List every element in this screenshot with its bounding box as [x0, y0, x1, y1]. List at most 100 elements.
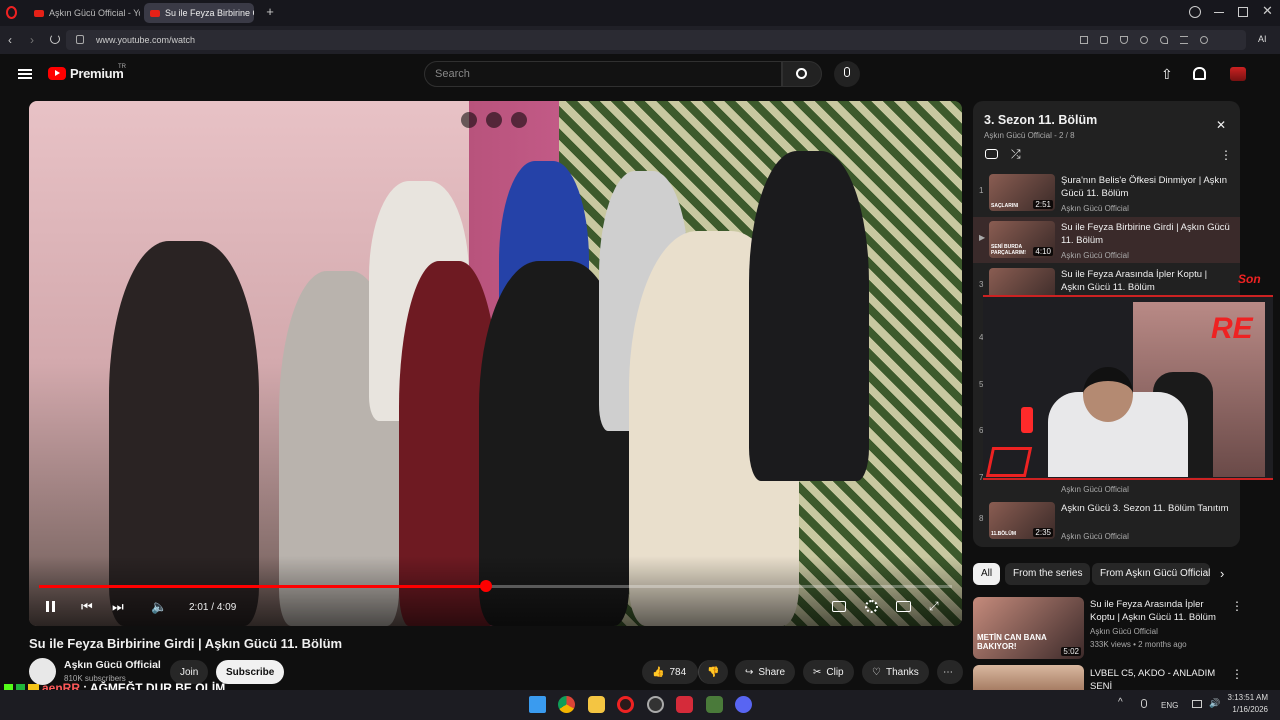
dislike-button[interactable]: 👎 [698, 660, 728, 684]
app-red-icon[interactable] [676, 696, 693, 713]
loop-icon[interactable] [985, 149, 998, 159]
opera-logo-icon[interactable] [6, 6, 17, 19]
forward-button[interactable]: › [30, 33, 34, 47]
playlist-subtitle: Aşkın Gücü Official - 2 / 8 [984, 131, 1075, 140]
shield-icon[interactable] [1120, 36, 1128, 44]
playlist-item-current[interactable]: ▶ SENİ BURDA PARÇALARIM! 4:10 Su ile Fey… [973, 217, 1240, 263]
controls-gradient [29, 556, 962, 626]
clock-time[interactable]: 3:13:51 AM [1226, 693, 1268, 702]
clip-button[interactable]: ✂ Clip [803, 660, 854, 684]
video-player[interactable]: ⏮ ⏭ 🔈 2:01 / 4:09 ⤢ [29, 101, 962, 626]
pause-icon[interactable] [46, 601, 55, 612]
logo-text: Premium [70, 66, 124, 81]
sparkle-icon[interactable] [486, 112, 502, 128]
windows-start-icon[interactable] [529, 696, 546, 713]
miniplayer-icon[interactable] [461, 112, 477, 128]
minimize-button[interactable] [1214, 12, 1224, 13]
streamer-head [1083, 367, 1133, 422]
thumbnail: SENİ BURDA PARÇALARIM! 4:10 [989, 221, 1055, 258]
now-playing-icon: ▶ [979, 233, 986, 242]
next-icon[interactable]: ⏭ [112, 599, 124, 615]
video-title: LVBEL C5, AKDO - ANLADIM SENİ [1090, 668, 1216, 690]
profile-icon[interactable] [1200, 36, 1208, 44]
channel-name[interactable]: Aşkın Gücü Official [64, 659, 161, 671]
app-green-icon[interactable] [706, 696, 723, 713]
thanks-button[interactable]: ♡ Thanks [862, 660, 929, 684]
upload-icon[interactable]: ⇧ [1161, 66, 1173, 83]
chip-from-series[interactable]: From the series [1005, 563, 1091, 585]
previous-icon[interactable]: ⏮ [81, 599, 93, 615]
youtube-play-icon [48, 67, 66, 80]
item-title: Su ile Feyza Arasında İpler Koptu | Aşkı… [1061, 269, 1208, 293]
like-button[interactable]: 👍 784 [642, 660, 698, 684]
theater-mode-icon[interactable] [896, 601, 911, 612]
webcam-logo-small [985, 447, 1033, 477]
shuffle-icon[interactable]: ⤮ [1011, 147, 1021, 162]
playlist-item[interactable]: 1 SAÇLARINI 2:51 Şura'nın Belis'e Öfkesi… [973, 170, 1240, 216]
thanks-label: Thanks [885, 666, 919, 678]
language-indicator[interactable]: ENG [1161, 701, 1178, 710]
recommended-video[interactable]: LVBEL C5, AKDO - ANLADIM SENİ ⋮ [973, 665, 1253, 690]
clock-date[interactable]: 1/16/2026 [1226, 705, 1268, 714]
reload-icon[interactable] [50, 34, 60, 44]
new-tab-button[interactable]: + [263, 5, 277, 19]
browser-tab-2[interactable]: Su ile Feyza Birbirine G [144, 3, 254, 23]
fullscreen-icon[interactable]: ⤢ [929, 599, 939, 614]
browser-tab-1[interactable]: Aşkın Gücü Official - YouT [28, 3, 140, 23]
show-hidden-icons[interactable]: ^ [1118, 697, 1123, 708]
current-time: 2:01 [189, 602, 209, 613]
captions-icon[interactable] [832, 601, 846, 612]
hamburger-menu-icon[interactable] [18, 69, 32, 79]
avatar[interactable] [1230, 67, 1246, 81]
recommended-video[interactable]: METİN CAN BANA BAKIYOR! 5:02 Su ile Feyz… [973, 597, 1253, 661]
close-window-button[interactable]: ✕ [1262, 3, 1273, 19]
camera-icon[interactable] [1100, 36, 1108, 44]
volume-icon[interactable]: 🔈 [151, 599, 167, 615]
youtube-logo[interactable]: Premium [48, 66, 124, 81]
playlist-item[interactable]: 8 11.BÖLÜM 2:35 Aşkın Gücü 3. Sezon 11. … [973, 498, 1240, 544]
skip-icon[interactable] [511, 112, 527, 128]
chevron-right-icon[interactable]: › [1220, 566, 1224, 581]
more-options-icon[interactable]: ⋮ [1231, 667, 1243, 681]
network-icon[interactable] [1192, 700, 1202, 708]
lock-icon [76, 35, 84, 44]
search-tabs-icon[interactable] [1189, 6, 1201, 18]
windows-taskbar [0, 690, 1280, 720]
chrome-icon[interactable] [558, 696, 575, 713]
maximize-button[interactable] [1238, 7, 1248, 17]
chip-all[interactable]: All [973, 563, 1001, 585]
snapshot-icon[interactable] [1080, 36, 1088, 44]
notifications-bell-icon[interactable] [1193, 67, 1206, 80]
duration: 4:09 [216, 602, 237, 613]
obs-icon[interactable] [647, 696, 664, 713]
voice-search-button[interactable] [834, 61, 860, 87]
subscribe-button[interactable]: Subscribe [216, 660, 285, 684]
thumbnail: 11.BÖLÜM 2:35 [989, 502, 1055, 539]
more-options-icon[interactable]: ⋮ [1220, 148, 1232, 162]
microphone-tray-icon[interactable] [1141, 699, 1147, 708]
browser-toolbar-icons [1080, 36, 1220, 44]
heart-icon[interactable] [1160, 36, 1168, 44]
share-button[interactable]: ↪ Share [735, 660, 796, 684]
item-number: 3 [979, 280, 984, 289]
more-options-icon[interactable]: ⋮ [1231, 599, 1243, 613]
settings-gear-icon[interactable] [865, 600, 878, 613]
volume-tray-icon[interactable]: 🔊 [1209, 698, 1220, 709]
back-button[interactable]: ‹ [8, 33, 12, 47]
item-channel: Aşkın Gücü Official [1061, 485, 1129, 494]
opera-taskbar-icon[interactable] [617, 696, 634, 713]
close-playlist-icon[interactable]: ✕ [1216, 118, 1226, 132]
discord-icon[interactable] [735, 696, 752, 713]
url-field[interactable]: www.youtube.com/watch [66, 30, 1246, 50]
player-icon[interactable] [1140, 36, 1148, 44]
search-input[interactable]: Search [424, 61, 782, 87]
file-explorer-icon[interactable] [588, 696, 605, 713]
chip-from-channel[interactable]: From Aşkın Gücü Official [1092, 563, 1210, 585]
search-button[interactable] [782, 61, 822, 87]
more-actions-button[interactable]: ⋯ [937, 660, 963, 684]
duration-badge: 4:10 [1033, 247, 1053, 256]
youtube-favicon-icon [34, 9, 44, 17]
menu-icon[interactable] [1180, 36, 1188, 44]
playlist-title[interactable]: 3. Sezon 11. Bölüm [984, 113, 1097, 127]
ai-button[interactable]: AI [1258, 34, 1267, 44]
